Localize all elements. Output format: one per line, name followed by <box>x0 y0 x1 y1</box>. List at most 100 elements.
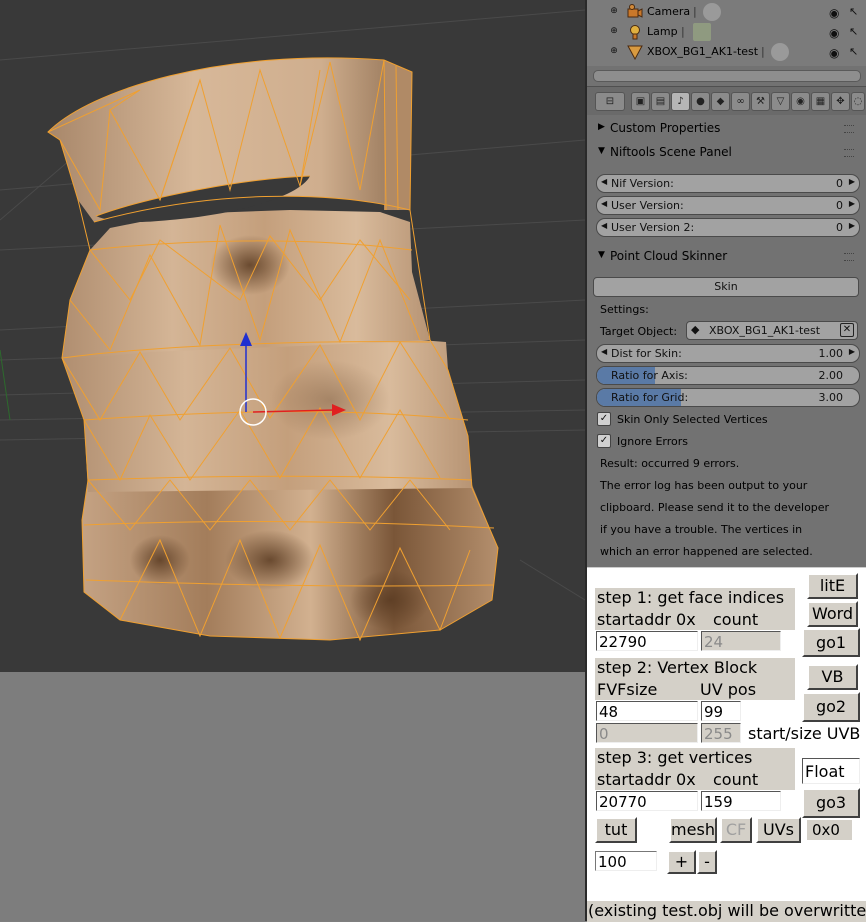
clear-x-icon[interactable]: ✕ <box>840 323 854 337</box>
lamp-data-icon[interactable] <box>693 23 711 41</box>
field-label: User Version: <box>611 199 684 212</box>
material-icon[interactable]: ◉ <box>791 92 810 111</box>
tut-button[interactable]: tut <box>595 817 637 843</box>
panel-header-point-cloud-skinner[interactable]: ▼ Point Cloud Skinner <box>590 245 862 267</box>
physics-icon[interactable]: ◌ <box>851 92 865 111</box>
editor-type-menu[interactable]: ⊟ <box>595 92 625 111</box>
modifiers-icon[interactable]: ⚒ <box>751 92 770 111</box>
outliner-item-lamp[interactable]: ⊕ Lamp | ◉ ↖ <box>587 22 866 42</box>
float-type-field[interactable]: Float <box>802 758 860 784</box>
texture-icon[interactable]: ▦ <box>811 92 830 111</box>
scale-input[interactable]: 100 <box>595 851 657 871</box>
visibility-eye-icon[interactable]: ◉ <box>829 46 839 60</box>
decrement-arrow-icon[interactable]: ◀ <box>601 199 607 208</box>
selectability-cursor-icon[interactable]: ↖ <box>849 25 858 38</box>
field-value: 0 <box>836 221 843 234</box>
skin-only-selected-checkbox[interactable]: ✓ <box>597 412 611 426</box>
step2-uvb-size-input[interactable]: 255 <box>701 723 741 743</box>
outliner-scrollbar[interactable] <box>593 70 861 82</box>
step3-startaddr-label: startaddr 0x <box>597 770 696 789</box>
footer-note: (existing test.obj will be overwritten <box>588 901 866 920</box>
step2-title: step 2: Vertex Block <box>597 658 758 677</box>
step2-uvpos-input[interactable]: 99 <box>701 701 741 721</box>
increment-arrow-icon[interactable]: ▶ <box>849 199 855 208</box>
object-icon[interactable]: ◆ <box>711 92 730 111</box>
step3-startaddr-input[interactable]: 20770 <box>596 791 698 811</box>
step1-count-label: count <box>713 610 759 629</box>
selectability-cursor-icon[interactable]: ↖ <box>849 5 858 18</box>
hex-readout: 0x0 <box>807 820 852 840</box>
word-button[interactable]: Word <box>807 601 858 627</box>
mesh-object[interactable] <box>48 57 498 640</box>
panel-header-niftools[interactable]: ▼ Niftools Scene Panel <box>590 141 862 163</box>
visibility-eye-icon[interactable]: ◉ <box>829 6 839 20</box>
panel-header-custom-properties[interactable]: ▶ Custom Properties <box>590 117 862 139</box>
ratio-for-grid-slider[interactable]: Ratio for Grid: 3.00 <box>596 388 860 407</box>
decrement-arrow-icon[interactable]: ◀ <box>601 221 607 230</box>
lite-button[interactable]: litE <box>807 573 858 599</box>
panel-title: Niftools Scene Panel <box>610 145 732 159</box>
ignore-errors-checkbox[interactable]: ✓ <box>597 434 611 448</box>
constraints-icon[interactable]: ∞ <box>731 92 750 111</box>
object-cube-icon: ◆ <box>691 323 700 336</box>
outliner-item-label: Camera <box>647 5 691 18</box>
data-icon[interactable]: ▽ <box>771 92 790 111</box>
drag-grip-icon[interactable] <box>844 149 854 157</box>
result-text: Result: occurred 9 errors. <box>600 457 740 470</box>
user-version-field[interactable]: ◀ User Version: 0 ▶ <box>596 196 860 215</box>
result-text: if you have a trouble. The vertices in <box>600 523 803 536</box>
increment-arrow-icon[interactable]: ▶ <box>849 347 855 356</box>
render-icon[interactable]: ▣ <box>631 92 650 111</box>
target-object-field[interactable]: ◆ XBOX_BG1_AK1-test ✕ <box>686 321 858 340</box>
expand-icon[interactable]: ⊕ <box>609 46 619 56</box>
camera-data-icon[interactable] <box>703 3 721 21</box>
render-layers-icon[interactable]: ▤ <box>651 92 670 111</box>
cf-button[interactable]: CF <box>720 817 752 843</box>
result-text: The error log has been output to your <box>600 479 808 492</box>
step1-count-input[interactable]: 24 <box>701 631 781 651</box>
vb-button[interactable]: VB <box>807 664 858 690</box>
expand-icon[interactable]: ⊕ <box>609 6 619 16</box>
increment-arrow-icon[interactable]: ▶ <box>849 177 855 186</box>
world-icon[interactable]: ● <box>691 92 710 111</box>
viewport-canvas[interactable] <box>0 0 585 672</box>
mesh-data-icon[interactable] <box>771 43 789 61</box>
mesh-button[interactable]: mesh <box>669 817 717 843</box>
step2-uvb-start-input[interactable]: 0 <box>596 723 698 743</box>
plus-button[interactable]: + <box>667 850 696 874</box>
drag-grip-icon[interactable] <box>844 125 854 133</box>
panel-title: Custom Properties <box>610 121 721 135</box>
uvs-button[interactable]: UVs <box>756 817 801 843</box>
expand-icon[interactable]: ⊕ <box>609 26 619 36</box>
go1-button[interactable]: go1 <box>802 628 860 657</box>
outliner-item-camera[interactable]: ⊕ Camera | ◉ ↖ <box>587 2 866 22</box>
step2-fvf-input[interactable]: 48 <box>596 701 698 721</box>
drag-grip-icon[interactable] <box>844 253 854 261</box>
decrement-arrow-icon[interactable]: ◀ <box>601 347 607 356</box>
field-label: Dist for Skin: <box>611 347 682 360</box>
3d-viewport[interactable] <box>0 0 585 672</box>
outliner-item-label: XBOX_BG1_AK1-test <box>647 45 759 58</box>
selectability-cursor-icon[interactable]: ↖ <box>849 45 858 58</box>
camera-icon <box>627 4 643 18</box>
decrement-arrow-icon[interactable]: ◀ <box>601 177 607 186</box>
outliner: ⊕ Camera | ◉ ↖ ⊕ Lamp | ◉ ↖ ⊕ XBOX_BG1_A… <box>587 0 866 66</box>
go2-button[interactable]: go2 <box>802 692 860 722</box>
user-version-2-field[interactable]: ◀ User Version 2: 0 ▶ <box>596 218 860 237</box>
step3-count-input[interactable]: 159 <box>701 791 781 811</box>
outliner-item-mesh[interactable]: ⊕ XBOX_BG1_AK1-test | ◉ ↖ <box>587 42 866 62</box>
skin-button[interactable]: Skin <box>593 277 859 297</box>
minus-button[interactable]: - <box>697 850 717 874</box>
dist-for-skin-field[interactable]: ◀ Dist for Skin: 1.00 ▶ <box>596 344 860 363</box>
nif-version-field[interactable]: ◀ Nif Version: 0 ▶ <box>596 174 860 193</box>
scene-icon[interactable]: ♪ <box>671 92 690 111</box>
visibility-eye-icon[interactable]: ◉ <box>829 26 839 40</box>
target-object-label: Target Object: <box>600 325 678 338</box>
particles-icon[interactable]: ✥ <box>831 92 850 111</box>
increment-arrow-icon[interactable]: ▶ <box>849 221 855 230</box>
step1-startaddr-input[interactable]: 22790 <box>596 631 698 651</box>
field-label: Ratio for Axis: <box>611 369 688 382</box>
separator: | <box>761 45 765 58</box>
ratio-for-axis-slider[interactable]: Ratio for Axis: 2.00 <box>596 366 860 385</box>
go3-button[interactable]: go3 <box>802 788 860 818</box>
